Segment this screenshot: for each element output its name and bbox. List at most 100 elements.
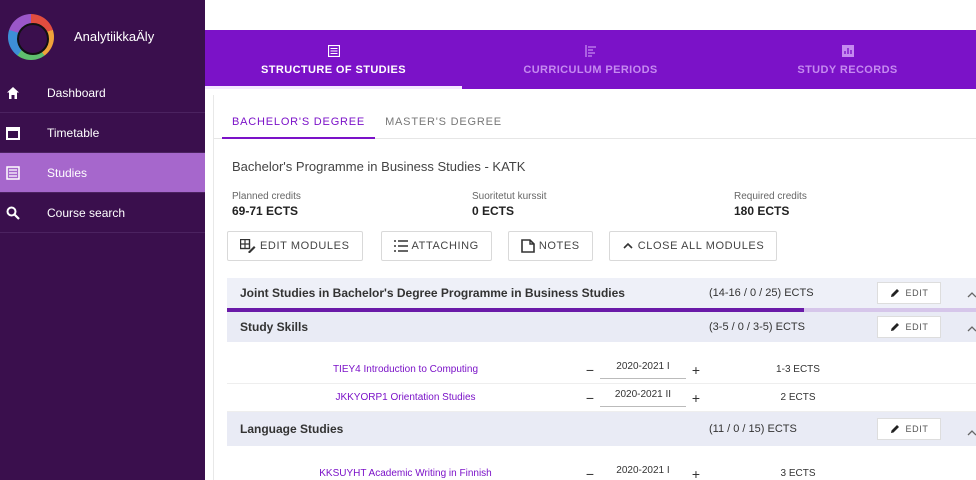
note-icon [521, 239, 535, 253]
planned-credits: Planned credits 69-71 ECTS [232, 191, 472, 227]
completed-credits-value: 0 ECTS [472, 204, 515, 218]
studies-card: BACHELOR'S DEGREE MASTER'S DEGREE Bachel… [213, 95, 976, 480]
period-value[interactable]: 2020-2021 I [600, 465, 686, 480]
increment-period-button[interactable]: + [690, 361, 702, 379]
logo-icon [8, 13, 54, 60]
sidebar-item-course-search[interactable]: Course search [0, 193, 205, 233]
period-stepper: − 2020-2021 I + [584, 361, 748, 379]
required-credits: Required credits 180 ECTS [734, 191, 807, 227]
module-ects: (11 / 0 / 15) ECTS [709, 423, 797, 435]
completed-credits-label: Suoritetut kurssit [472, 191, 547, 202]
increment-period-button[interactable]: + [690, 389, 702, 407]
period-value[interactable]: 2020-2021 II [600, 389, 686, 407]
module-title: Study Skills [240, 320, 309, 334]
course-ects: 3 ECTS [780, 468, 816, 479]
completed-credits: Suoritetut kurssit 0 ECTS [472, 191, 734, 227]
tab-curriculum-periods[interactable]: CURRICULUM PERIODS [462, 30, 719, 89]
sidebar-item-label: Studies [47, 165, 88, 180]
module-ects: (3-5 / 0 / 3-5) ECTS [709, 321, 805, 333]
bar-chart-icon [841, 44, 855, 58]
content-area: BACHELOR'S DEGREE MASTER'S DEGREE Bachel… [205, 95, 976, 480]
course-row-tiey4: TIEY4 Introduction to Computing − 2020-2… [227, 356, 976, 384]
close-all-modules-label: CLOSE ALL MODULES [637, 240, 765, 252]
action-bar: EDIT MODULES ATTACHING NOTES CLOSE ALL M… [214, 231, 976, 265]
course-row-kksuyht: KKSUYHT Academic Writing in Finnish − 20… [227, 460, 976, 480]
tab-structure-of-studies[interactable]: STRUCTURE OF STUDIES [205, 30, 462, 89]
module-row-language-studies[interactable]: Language Studies (11 / 0 / 15) ECTS EDIT [227, 412, 976, 446]
module-row-study-skills[interactable]: Study Skills (3-5 / 0 / 3-5) ECTS EDIT [227, 312, 976, 342]
notes-button[interactable]: NOTES [507, 231, 593, 261]
app-name: AnalytiikkaÄly [74, 29, 155, 44]
chevron-up-icon [622, 242, 634, 250]
planned-credits-label: Planned credits [232, 191, 301, 202]
sidebar-item-label: Dashboard [47, 85, 106, 100]
module-ects: (14-16 / 0 / 25) ECTS [709, 287, 814, 299]
top-tab-bar: STRUCTURE OF STUDIES CURRICULUM PERIODS … [205, 30, 976, 89]
chevron-up-icon[interactable] [964, 286, 976, 302]
attaching-button[interactable]: ATTACHING [380, 231, 492, 261]
close-all-modules-button[interactable]: CLOSE ALL MODULES [608, 231, 778, 261]
decrement-period-button[interactable]: − [584, 361, 596, 379]
row-spacer [227, 342, 976, 356]
tab-masters-degree[interactable]: MASTER'S DEGREE [375, 116, 512, 138]
required-credits-value: 180 ECTS [734, 204, 790, 218]
edit-label: EDIT [905, 424, 929, 434]
chevron-up-icon[interactable] [964, 424, 976, 440]
list-icon [5, 165, 21, 181]
edit-label: EDIT [905, 322, 929, 332]
tab-bachelors-degree[interactable]: BACHELOR'S DEGREE [222, 116, 376, 139]
module-title: Joint Studies in Bachelor's Degree Progr… [240, 286, 625, 300]
pencil-icon [890, 288, 900, 298]
main-content: STRUCTURE OF STUDIES CURRICULUM PERIODS … [205, 0, 976, 480]
required-credits-label: Required credits [734, 191, 807, 202]
list-icon [327, 44, 341, 58]
decrement-period-button[interactable]: − [584, 389, 596, 407]
edit-label: EDIT [905, 288, 929, 298]
course-link[interactable]: JKKYORP1 Orientation Studies [227, 392, 584, 403]
list-icon [393, 240, 408, 252]
course-ects: 2 ECTS [780, 392, 816, 403]
programme-title: Bachelor's Programme in Business Studies… [232, 159, 526, 174]
sidebar-item-label: Timetable [47, 125, 100, 140]
modules-list: Joint Studies in Bachelor's Degree Progr… [227, 278, 976, 480]
period-stepper: − 2020-2021 I + [584, 465, 748, 480]
brand[interactable]: AnalytiikkaÄly [0, 0, 205, 73]
module-row-joint-studies[interactable]: Joint Studies in Bachelor's Degree Progr… [227, 278, 976, 308]
align-left-icon [584, 44, 598, 58]
tab-label: STUDY RECORDS [797, 63, 898, 76]
top-spacer [205, 0, 976, 30]
app-root: AnalytiikkaÄly Dashboard Timetable Studi… [0, 0, 976, 480]
pencil-icon [890, 322, 900, 332]
search-icon [5, 205, 21, 221]
degree-tabs: BACHELOR'S DEGREE MASTER'S DEGREE [214, 95, 976, 139]
period-value[interactable]: 2020-2021 I [600, 361, 686, 379]
tab-study-records[interactable]: STUDY RECORDS [719, 30, 976, 89]
edit-modules-button[interactable]: EDIT MODULES [227, 231, 363, 261]
pencil-icon [890, 424, 900, 434]
course-link[interactable]: TIEY4 Introduction to Computing [227, 364, 584, 375]
chevron-up-icon[interactable] [964, 320, 976, 336]
module-title: Language Studies [240, 422, 344, 436]
course-ects: 1-3 ECTS [776, 364, 820, 375]
notes-label: NOTES [538, 240, 580, 252]
edit-module-button[interactable]: EDIT [877, 282, 941, 304]
edit-module-button[interactable]: EDIT [877, 418, 941, 440]
sidebar-item-dashboard[interactable]: Dashboard [0, 73, 205, 113]
edit-modules-icon [240, 239, 256, 253]
increment-period-button[interactable]: + [690, 465, 702, 480]
calendar-icon [5, 125, 21, 141]
credits-summary: Planned credits 69-71 ECTS Suoritetut ku… [214, 191, 976, 227]
decrement-period-button[interactable]: − [584, 465, 596, 480]
home-icon [5, 85, 21, 101]
sidebar-item-studies[interactable]: Studies [0, 153, 205, 193]
planned-credits-value: 69-71 ECTS [232, 204, 299, 218]
course-link[interactable]: KKSUYHT Academic Writing in Finnish [227, 468, 584, 479]
sidebar-item-label: Course search [47, 205, 126, 220]
tab-label: CURRICULUM PERIODS [523, 63, 658, 76]
attaching-label: ATTACHING [411, 240, 479, 252]
sidebar-item-timetable[interactable]: Timetable [0, 113, 205, 153]
edit-module-button[interactable]: EDIT [877, 316, 941, 338]
tab-label: STRUCTURE OF STUDIES [261, 63, 406, 76]
sidebar: AnalytiikkaÄly Dashboard Timetable Studi… [0, 0, 205, 480]
course-row-jkkyorp1: JKKYORP1 Orientation Studies − 2020-2021… [227, 384, 976, 412]
